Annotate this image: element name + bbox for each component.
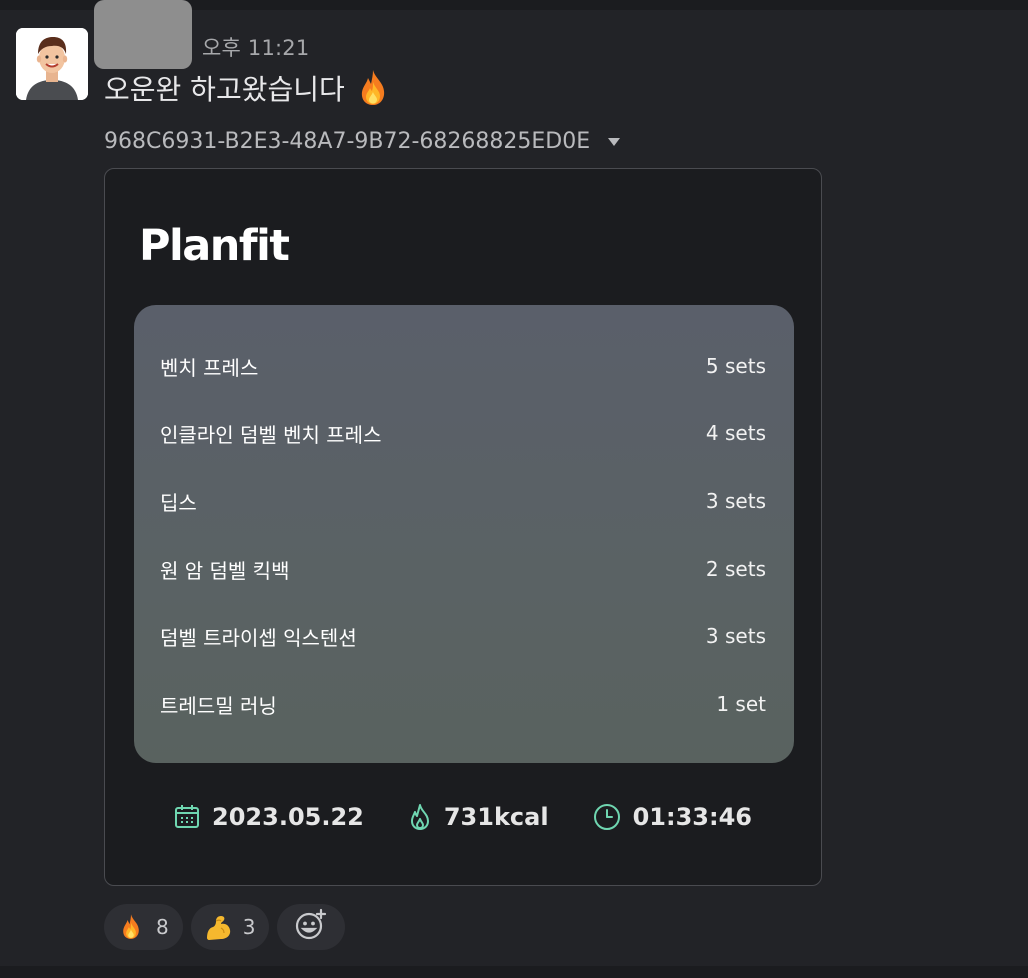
flexed-biceps-icon [203, 912, 233, 942]
reaction-flexed-biceps[interactable]: 3 [190, 904, 270, 950]
stat-duration: 01:33:46 [593, 803, 752, 831]
exercise-sets: 1 set [716, 692, 766, 716]
exercise-name: 트레드밀 러닝 [160, 693, 277, 718]
exercise-row: 벤치 프레스 5 sets [160, 346, 766, 386]
user-avatar[interactable] [16, 28, 88, 100]
exercise-name: 덤벨 트라이셉 익스텐션 [160, 625, 357, 650]
stat-date-value: 2023.05.22 [212, 803, 364, 831]
reaction-fire[interactable]: 8 [104, 904, 183, 950]
exercise-row: 덤벨 트라이셉 익스텐션 3 sets [160, 616, 766, 656]
bottom-divider [0, 966, 1028, 978]
exercise-name: 벤치 프레스 [160, 355, 259, 380]
message-body: 오운완 하고왔습니다 [104, 68, 393, 108]
exercise-sets: 5 sets [705, 354, 766, 378]
flame-icon [408, 803, 432, 831]
attachment-filename: 968C6931-B2E3-48A7-9B72-68268825ED0E [104, 128, 591, 154]
exercise-sets: 3 sets [705, 489, 766, 513]
exercise-list-card: 벤치 프레스 5 sets 인클라인 덤벨 벤치 프레스 4 sets 딥스 3… [134, 305, 794, 763]
message-timestamp[interactable]: 오후 11:21 [202, 32, 309, 62]
exercise-name: 원 암 덤벨 킥백 [160, 558, 290, 583]
planfit-logo: Planfit [139, 221, 290, 271]
exercise-name: 딥스 [160, 490, 197, 515]
exercise-sets: 2 sets [705, 557, 766, 581]
exercise-row: 원 암 덤벨 킥백 2 sets [160, 549, 766, 589]
fire-icon [116, 912, 146, 942]
chat-window: 오후 11:21 오운완 하고왔습니다 968C6931-B2E3-48A7-9… [0, 0, 1028, 978]
exercise-row: 딥스 3 sets [160, 481, 766, 521]
stat-calories: 731kcal [408, 803, 549, 831]
caret-down-icon[interactable] [608, 138, 621, 146]
calendar-icon [174, 804, 200, 830]
exercise-row: 트레드밀 러닝 1 set [160, 684, 766, 724]
add-reaction-button[interactable] [277, 904, 346, 950]
exercise-sets: 4 sets [705, 421, 766, 445]
reaction-bar: 8 3 [104, 904, 346, 950]
stat-date: 2023.05.22 [174, 803, 364, 831]
exercise-sets: 3 sets [705, 624, 766, 648]
fire-icon [353, 68, 393, 108]
workout-stats: 2023.05.22 731kcal 01:33:46 [105, 797, 821, 837]
add-reaction-icon [294, 908, 328, 946]
reaction-count: 8 [156, 915, 169, 939]
attachment-image[interactable]: Planfit 벤치 프레스 5 sets 인클라인 덤벨 벤치 프레스 4 s… [104, 168, 822, 886]
reaction-count: 3 [242, 915, 256, 939]
exercise-row: 인클라인 덤벨 벤치 프레스 4 sets [160, 413, 766, 453]
message-text: 오운완 하고왔습니다 [104, 73, 345, 106]
clock-icon [593, 803, 621, 831]
stat-calories-value: 731kcal [443, 803, 549, 831]
attachment-filename-toggle[interactable]: 968C6931-B2E3-48A7-9B72-68268825ED0E [104, 126, 621, 156]
avatar-illustration-icon [16, 28, 88, 100]
exercise-name: 인클라인 덤벨 벤치 프레스 [160, 422, 382, 447]
username-redacted[interactable] [94, 0, 192, 69]
stat-duration-value: 01:33:46 [632, 803, 752, 831]
